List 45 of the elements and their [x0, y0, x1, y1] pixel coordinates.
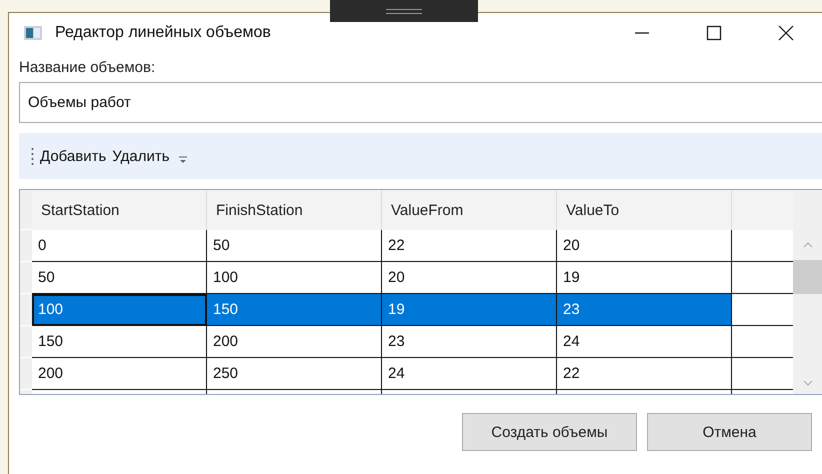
drag-handle[interactable] — [330, 0, 478, 22]
app-icon — [24, 26, 42, 40]
table-cell[interactable]: 250 — [207, 358, 382, 390]
toolbar-button[interactable]: Добавить — [37, 146, 110, 166]
row-header[interactable] — [20, 230, 32, 262]
table-cell[interactable]: 23 — [557, 294, 732, 326]
toolbar-button[interactable]: Удалить — [109, 146, 173, 166]
table-cell[interactable]: 20 — [557, 230, 732, 262]
column-header[interactable]: ValueFrom — [382, 190, 557, 230]
table-cell[interactable]: 50 — [207, 230, 382, 262]
toolbar-grip-icon — [31, 147, 34, 165]
table-cell[interactable]: 200 — [32, 358, 207, 390]
overflow-icon[interactable] — [178, 156, 187, 164]
table-cell[interactable]: 100 — [32, 294, 207, 326]
field-label: Название объемов: — [19, 59, 156, 76]
scroll-up-icon[interactable] — [802, 242, 812, 248]
column-header[interactable]: StartStation — [32, 190, 207, 230]
table-cell[interactable]: 150 — [32, 326, 207, 358]
name-field[interactable]: Объемы работ — [19, 82, 822, 123]
table-cell[interactable]: 22 — [557, 358, 732, 390]
scrollbar-thumb[interactable] — [793, 260, 822, 294]
minimize-icon — [634, 32, 650, 34]
table-cell[interactable]: 150 — [207, 294, 382, 326]
table-cell[interactable]: 24 — [382, 358, 557, 390]
scroll-down-icon[interactable] — [802, 380, 812, 386]
row-header[interactable] — [20, 262, 32, 294]
row-header[interactable] — [20, 326, 32, 358]
corner-header — [20, 190, 32, 230]
table-cell[interactable]: 23 — [382, 326, 557, 358]
maximize-icon — [706, 25, 722, 41]
close-icon — [778, 25, 794, 41]
table-cell[interactable]: 22 — [382, 230, 557, 262]
table-cell[interactable]: 200 — [207, 326, 382, 358]
dialog-button[interactable]: Создать объемы — [462, 413, 637, 451]
column-header[interactable]: ValueTo — [557, 190, 732, 230]
dialog-button[interactable]: Отмена — [647, 413, 812, 451]
row-header[interactable] — [20, 294, 32, 326]
grip-icon — [386, 9, 422, 14]
table-cell[interactable]: 0 — [32, 230, 207, 262]
scrollbar[interactable] — [793, 190, 822, 394]
column-header[interactable]: FinishStation — [207, 190, 382, 230]
window-title: Редактор линейных объемов — [55, 24, 271, 42]
table-cell[interactable]: 24 — [557, 326, 732, 358]
table-cell[interactable]: 19 — [382, 294, 557, 326]
row-header[interactable] — [20, 358, 32, 390]
